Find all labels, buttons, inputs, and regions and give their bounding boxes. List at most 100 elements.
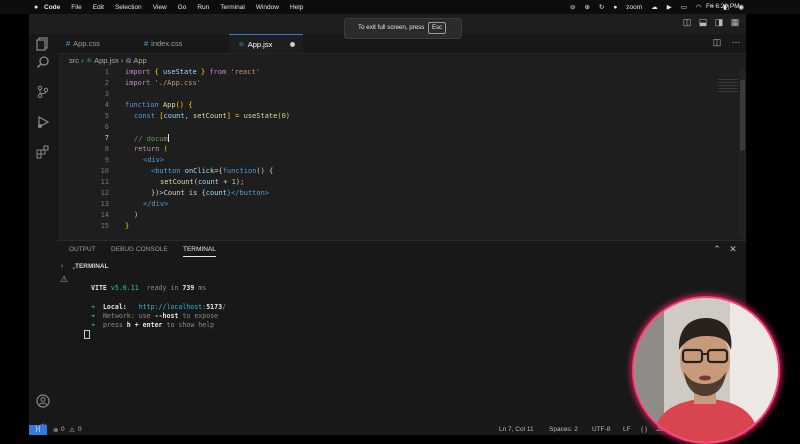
menu-run[interactable]: Run [197, 4, 209, 11]
menu-app-name[interactable]: Code [44, 4, 60, 11]
token-string: 'react' [230, 68, 260, 76]
close-panel-icon[interactable]: ✕ [728, 244, 738, 254]
editor-scrollbar[interactable] [739, 68, 746, 238]
tab-app-jsx[interactable]: ⚛ App.jsx [229, 34, 303, 53]
line-number: 15 [100, 222, 109, 230]
tab-output[interactable]: OUTPUT [69, 246, 96, 253]
toast-message: To exit full screen, press [358, 24, 425, 31]
color-icon[interactable]: ● [613, 4, 617, 11]
record-icon[interactable]: ⊖ [570, 3, 575, 11]
network-flag: --host [154, 312, 179, 320]
refresh-icon[interactable]: ↻ [599, 3, 604, 11]
ready-text: ready in [146, 284, 179, 292]
menu-file[interactable]: File [71, 4, 81, 11]
menu-terminal[interactable]: Terminal [220, 4, 245, 11]
extensions-icon[interactable] [35, 145, 51, 161]
network-rest: to expose [182, 312, 219, 320]
code-line: })>Count is {count}</button> [151, 189, 269, 197]
token-function: App [162, 101, 176, 109]
tab-debug-console[interactable]: DEBUG CONSOLE [111, 246, 168, 253]
split-editor-icon[interactable]: ◫ [712, 37, 722, 47]
token-tag: }</button> [226, 189, 270, 197]
unsaved-dot-icon[interactable] [290, 42, 295, 47]
maximize-panel-icon[interactable]: ⌃ [712, 244, 722, 254]
menu-selection[interactable]: Selection [115, 4, 142, 11]
menu-window[interactable]: Window [256, 4, 279, 11]
cursor-position[interactable]: Ln 7, Col 11 [499, 426, 534, 433]
tab-terminal[interactable]: TERMINAL [183, 246, 216, 257]
code-line: import { useState } from 'react' [125, 68, 260, 76]
more-actions-icon[interactable]: ⋯ [731, 37, 741, 47]
code-line: <div> [143, 156, 165, 164]
fullscreen-toast: To exit full screen, press Esc [344, 18, 462, 39]
terminal-section-title[interactable]: TERMINAL [75, 263, 109, 270]
errors-icon[interactable]: ⊗ [53, 426, 58, 434]
toggle-sidebar-icon[interactable]: ◫ [682, 17, 692, 27]
help-keys: h + enter [126, 321, 163, 329]
terminal-output[interactable]: VITE v5.0.11 ready in 739 ms ➜ Local: ht… [84, 279, 226, 361]
toggle-panel-icon[interactable]: ⬓ [698, 17, 708, 27]
code-line: const [count, setCount] = useState(0) [134, 112, 290, 120]
token-keyword: import [125, 68, 151, 76]
account-icon[interactable] [35, 394, 51, 410]
token-tag: <button [151, 167, 181, 175]
line-number: 6 [104, 123, 109, 131]
token-identifier: count [197, 178, 220, 186]
cloud-icon[interactable]: ☁ [651, 3, 658, 11]
remote-icon[interactable]: ⟩⟨ [29, 425, 47, 435]
warning-icon[interactable]: ⚠ [69, 426, 75, 434]
search-icon[interactable] [35, 55, 51, 71]
tab-app-css[interactable]: # App.css [57, 34, 135, 53]
token-function: useState [243, 112, 278, 120]
apple-icon[interactable]: ● [34, 4, 44, 11]
explorer-icon[interactable] [35, 37, 51, 53]
network-line: ➜ Network: use --host to expose [91, 312, 218, 320]
run-debug-icon[interactable] [35, 115, 51, 131]
line-number: 2 [104, 79, 109, 87]
panel-tabs: OUTPUT DEBUG CONSOLE TERMINAL ⌃ ✕ [57, 241, 746, 259]
play-icon[interactable]: ▶ [667, 3, 672, 11]
tab-label: App.css [73, 39, 100, 48]
zoom-label[interactable]: zoom [626, 4, 642, 11]
code-line: } [125, 222, 130, 230]
chevron-right-icon[interactable]: › [61, 263, 63, 270]
menu-help[interactable]: Help [290, 4, 303, 11]
tab-index-css[interactable]: # index.css [135, 34, 229, 53]
local-port[interactable]: 5173 [206, 303, 222, 311]
warning-count[interactable]: 0 [78, 426, 82, 433]
token-punct: () { [256, 167, 274, 175]
toggle-secondary-sidebar-icon[interactable]: ◨ [714, 17, 724, 27]
presenter-video-image [634, 298, 778, 442]
indentation[interactable]: Spaces: 2 [549, 426, 578, 433]
encoding[interactable]: UTF-8 [592, 426, 610, 433]
token-keyword: from [209, 68, 227, 76]
code-editor[interactable]: 1 2 3 4 5 6 7 8 9 10 11 12 13 14 15 impo… [57, 68, 746, 238]
customize-layout-icon[interactable]: ▦ [730, 17, 740, 27]
line-ending[interactable]: LF [623, 426, 631, 433]
breadcrumb-symbol[interactable]: App [133, 56, 146, 65]
vite-name: VITE [91, 284, 107, 292]
help-press: press [102, 321, 123, 329]
warning-icon[interactable]: ⚠ [60, 274, 68, 285]
minimap[interactable] [718, 79, 738, 93]
token-identifier: count [163, 112, 185, 120]
tab-label: App.jsx [247, 40, 273, 49]
breadcrumb-file[interactable]: App.jsx [94, 56, 119, 65]
token-keyword: function [125, 101, 159, 109]
local-url-end[interactable]: / [222, 303, 226, 311]
local-url[interactable]: http://localhost: [139, 303, 207, 311]
globe-icon[interactable]: ⊕ [584, 3, 589, 11]
esc-key-hint: Esc [428, 22, 447, 34]
battery-icon[interactable]: ▭ [681, 3, 687, 11]
vite-version: v5.0.11 [110, 284, 139, 292]
menu-view[interactable]: View [153, 4, 167, 11]
breadcrumb-folder[interactable]: src [69, 56, 79, 65]
wifi-icon[interactable]: ◠ [696, 3, 702, 11]
line-number: 9 [104, 156, 109, 164]
source-control-icon[interactable] [35, 85, 51, 101]
scrollbar-thumb[interactable] [740, 80, 745, 150]
menu-go[interactable]: Go [178, 4, 187, 11]
menu-clock[interactable]: Fri 6:20 PM [706, 3, 740, 10]
menu-edit[interactable]: Edit [93, 4, 104, 11]
error-count[interactable]: 0 [61, 426, 65, 433]
